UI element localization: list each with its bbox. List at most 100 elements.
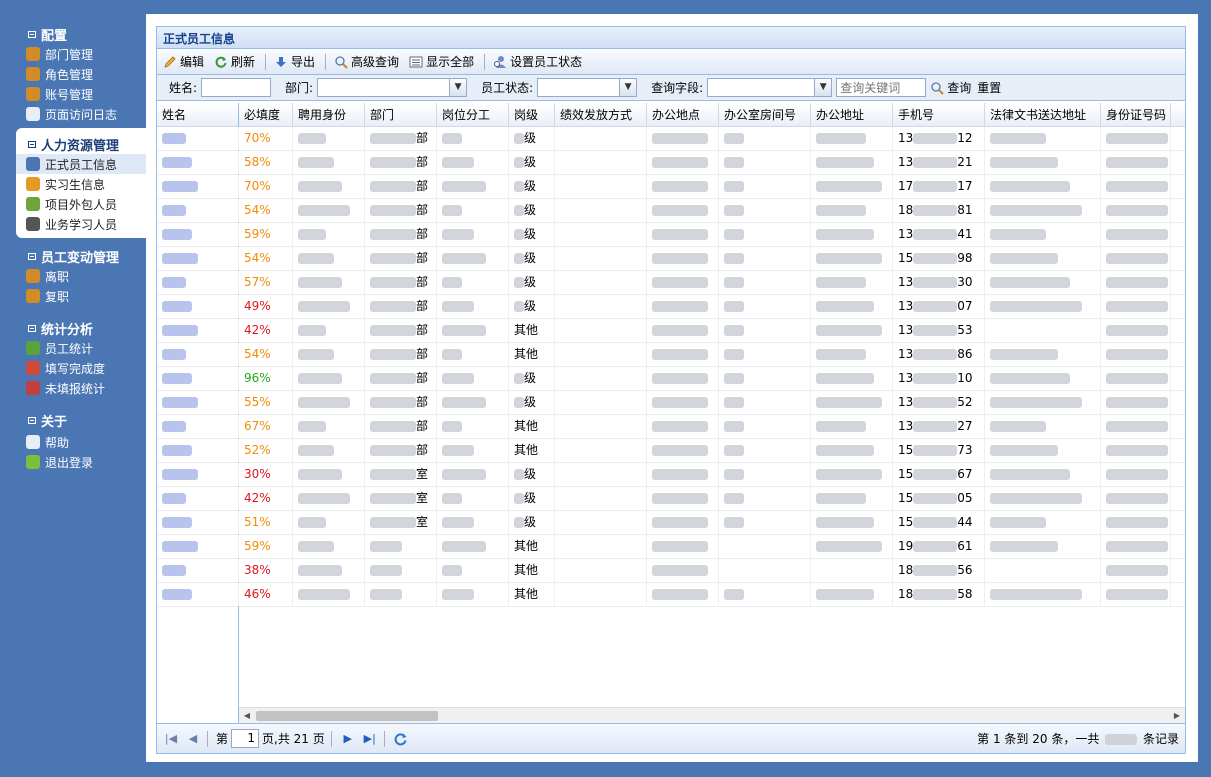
table-row[interactable]: 57% 部 级 13 30 <box>239 271 1185 295</box>
sidebar-item-hr-3[interactable]: 业务学习人员 <box>16 214 166 234</box>
column-header-10[interactable]: 手机号 <box>893 103 985 126</box>
table-row[interactable] <box>157 319 239 343</box>
sidebar-item-change-1[interactable]: 复职 <box>0 286 146 306</box>
dept-select[interactable]: ▼ <box>317 78 468 97</box>
column-header-4[interactable]: 岗位分工 <box>437 103 509 126</box>
employee-name-link[interactable] <box>157 391 239 414</box>
table-row[interactable]: 42% 部 其他 13 53 <box>239 319 1185 343</box>
column-header-9[interactable]: 办公地址 <box>811 103 893 126</box>
table-row[interactable] <box>157 367 239 391</box>
sidebar-item-stats-2[interactable]: 未填报统计 <box>0 378 146 398</box>
column-header-11[interactable]: 法律文书送达地址 <box>985 103 1101 126</box>
table-row[interactable]: 54% 部 级 15 98 <box>239 247 1185 271</box>
sidebar-item-hr-0[interactable]: 正式员工信息 <box>16 154 146 174</box>
reset-button[interactable]: 重置 <box>977 79 1001 96</box>
sidebar-section-hr-header[interactable]: 人力资源管理 <box>16 134 166 154</box>
table-row[interactable]: 70% 部 级 17 17 <box>239 175 1185 199</box>
table-row[interactable] <box>157 151 239 175</box>
scroll-left-icon[interactable]: ◀ <box>239 708 255 723</box>
field-select[interactable]: ▼ <box>707 78 833 97</box>
chevron-down-icon[interactable]: ▼ <box>449 79 467 96</box>
name-input[interactable] <box>201 78 272 97</box>
sidebar-item-config-3[interactable]: 页面访问日志 <box>0 104 146 124</box>
sidebar-item-config-2[interactable]: 账号管理 <box>0 84 146 104</box>
employee-name-link[interactable] <box>157 295 239 318</box>
employee-name-link[interactable] <box>157 559 239 582</box>
sidebar-item-change-0[interactable]: 离职 <box>0 266 146 286</box>
employee-name-link[interactable] <box>157 535 239 558</box>
table-row[interactable]: 96% 部 级 13 10 <box>239 367 1185 391</box>
employee-name-link[interactable] <box>157 439 239 462</box>
table-row[interactable] <box>157 583 239 607</box>
table-row[interactable] <box>157 559 239 583</box>
table-row[interactable]: 52% 部 其他 15 73 <box>239 439 1185 463</box>
table-row[interactable] <box>157 271 239 295</box>
employee-name-link[interactable] <box>157 151 239 174</box>
employee-name-link[interactable] <box>157 367 239 390</box>
column-header-8[interactable]: 办公室房间号 <box>719 103 811 126</box>
advanced-search-button[interactable]: 高级查询 <box>334 53 399 70</box>
horizontal-scrollbar[interactable]: ◀ ▶ <box>239 707 1185 723</box>
table-row[interactable]: 46% 其他 18 58 <box>239 583 1185 607</box>
refresh-icon[interactable] <box>393 731 409 747</box>
prev-page-icon[interactable]: ◀ <box>185 731 201 747</box>
table-row[interactable]: 54% 部 级 18 81 <box>239 199 1185 223</box>
sidebar-section-config[interactable]: 配置 <box>0 24 146 44</box>
table-row[interactable] <box>157 391 239 415</box>
scroll-right-icon[interactable]: ▶ <box>1169 708 1185 723</box>
set-status-button[interactable]: 设置员工状态 <box>493 53 582 70</box>
column-header-5[interactable]: 岗级 <box>509 103 555 126</box>
table-row[interactable]: 59% 部 级 13 41 <box>239 223 1185 247</box>
table-row[interactable] <box>157 343 239 367</box>
scrollbar-thumb[interactable] <box>256 711 438 721</box>
show-all-button[interactable]: 显示全部 <box>409 53 474 70</box>
sidebar-item-config-0[interactable]: 部门管理 <box>0 44 146 64</box>
employee-name-link[interactable] <box>157 511 239 534</box>
employee-name-link[interactable] <box>157 199 239 222</box>
employee-name-link[interactable] <box>157 415 239 438</box>
sidebar-item-stats-1[interactable]: 填写完成度 <box>0 358 146 378</box>
table-row[interactable] <box>157 535 239 559</box>
sidebar-section-stats[interactable]: 统计分析 <box>0 318 146 338</box>
column-header-6[interactable]: 绩效发放方式 <box>555 103 647 126</box>
column-header-7[interactable]: 办公地点 <box>647 103 719 126</box>
table-row[interactable]: 51% 室 级 15 44 <box>239 511 1185 535</box>
sidebar-section-about[interactable]: 关于 <box>0 410 146 430</box>
table-row[interactable]: 58% 部 级 13 21 <box>239 151 1185 175</box>
column-header-1[interactable]: 必填度 <box>239 103 293 126</box>
column-header-12[interactable]: 身份证号码 <box>1101 103 1171 126</box>
column-header-name[interactable]: 姓名 <box>157 103 239 126</box>
sidebar-section-change[interactable]: 员工变动管理 <box>0 246 146 266</box>
employee-name-link[interactable] <box>157 487 239 510</box>
table-row[interactable] <box>157 415 239 439</box>
table-row[interactable]: 30% 室 级 15 67 <box>239 463 1185 487</box>
table-row[interactable] <box>157 487 239 511</box>
table-row[interactable]: 49% 部 级 13 07 <box>239 295 1185 319</box>
table-row[interactable] <box>157 439 239 463</box>
export-button[interactable]: 导出 <box>274 53 315 70</box>
column-header-2[interactable]: 聘用身份 <box>293 103 365 126</box>
next-page-icon[interactable]: ▶ <box>340 731 356 747</box>
employee-name-link[interactable] <box>157 463 239 486</box>
edit-button[interactable]: 编辑 <box>163 53 204 70</box>
chevron-down-icon[interactable]: ▼ <box>619 79 637 96</box>
column-header-3[interactable]: 部门 <box>365 103 437 126</box>
table-row[interactable] <box>157 223 239 247</box>
table-row[interactable]: 67% 部 其他 13 27 <box>239 415 1185 439</box>
table-row[interactable] <box>157 295 239 319</box>
sidebar-item-about-0[interactable]: 帮助 <box>0 432 146 452</box>
sidebar-item-about-1[interactable]: 退出登录 <box>0 452 146 472</box>
employee-name-link[interactable] <box>157 175 239 198</box>
page-number-input[interactable]: 1 <box>231 729 260 748</box>
table-row[interactable]: 70% 部 级 13 12 <box>239 127 1185 151</box>
first-page-icon[interactable]: |◀ <box>163 731 179 747</box>
employee-name-link[interactable] <box>157 223 239 246</box>
table-row[interactable]: 59% 其他 19 61 <box>239 535 1185 559</box>
table-row[interactable] <box>157 511 239 535</box>
chevron-down-icon[interactable]: ▼ <box>814 79 832 96</box>
employee-name-link[interactable] <box>157 127 239 150</box>
employee-name-link[interactable] <box>157 319 239 342</box>
table-row[interactable] <box>157 247 239 271</box>
sidebar-item-stats-0[interactable]: 员工统计 <box>0 338 146 358</box>
last-page-icon[interactable]: ▶| <box>362 731 378 747</box>
